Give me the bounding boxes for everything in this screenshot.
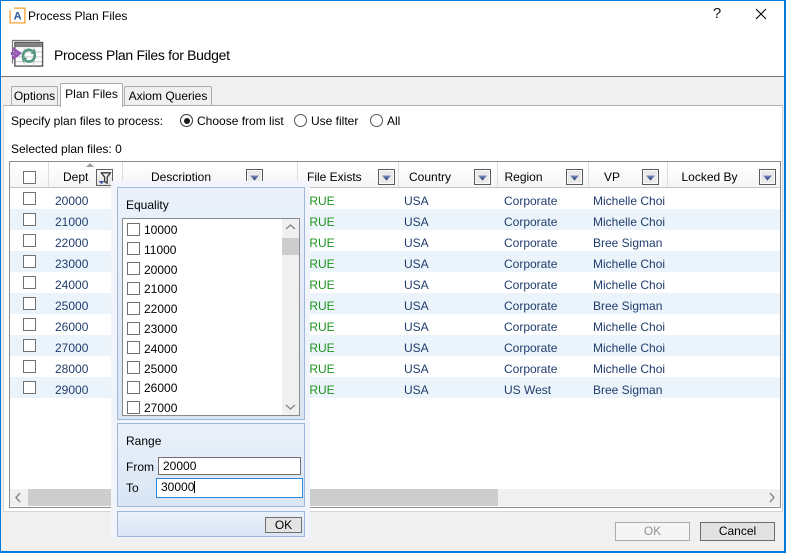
svg-text:A: A bbox=[14, 11, 22, 23]
